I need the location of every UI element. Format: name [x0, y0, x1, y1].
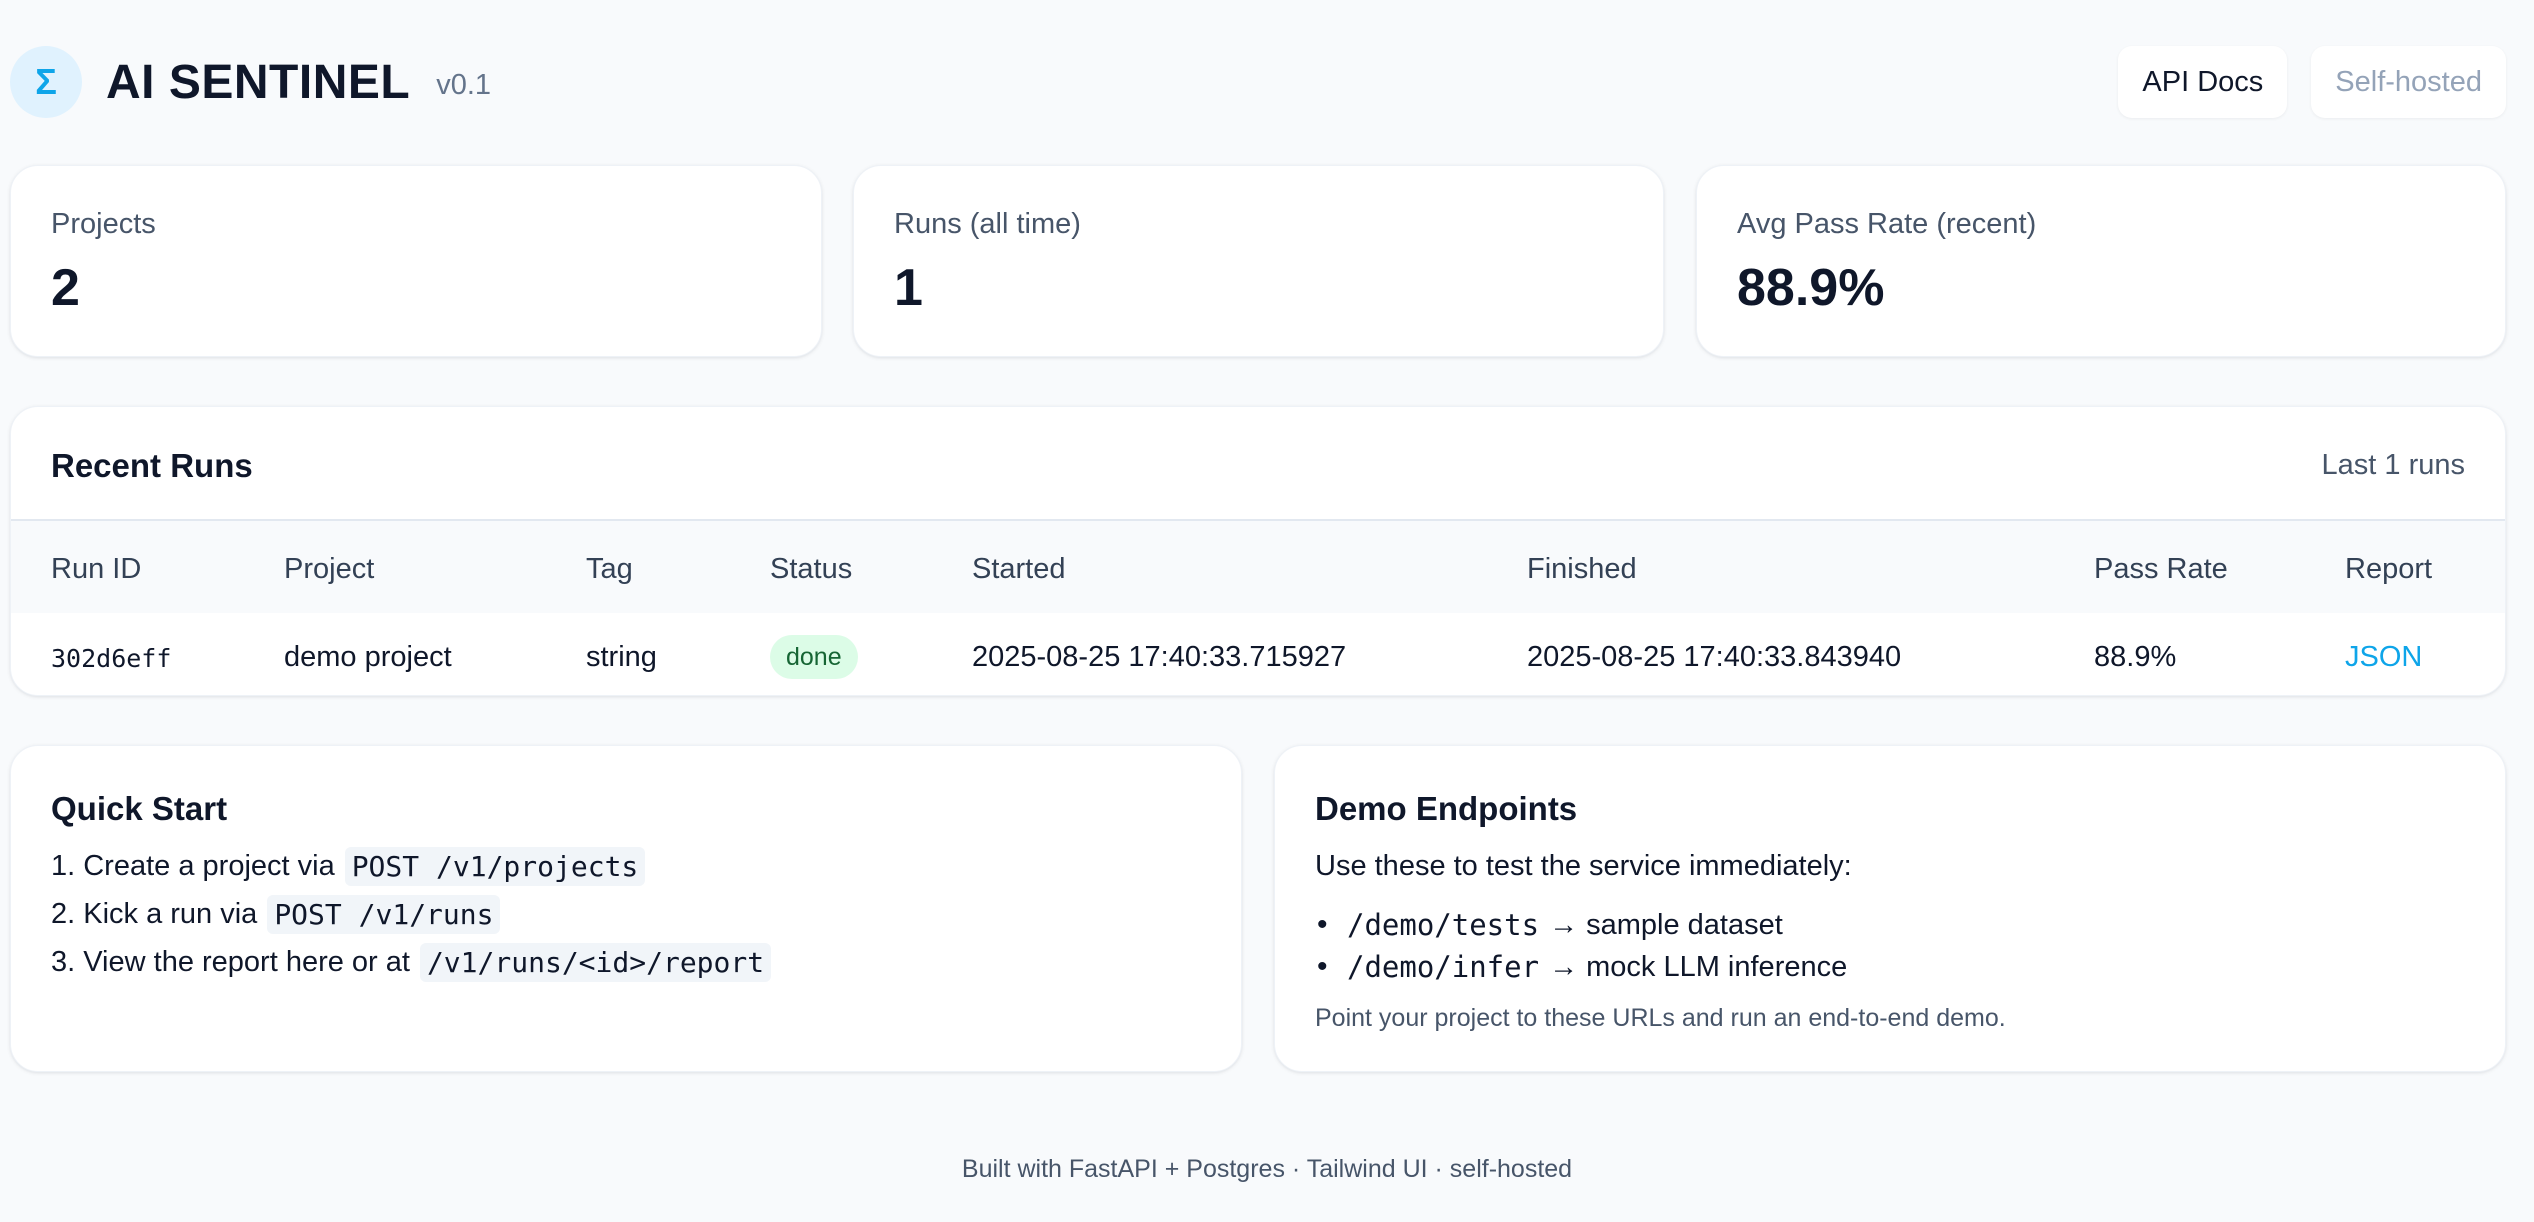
demo-intro-text: Use these to test the service immediatel… — [1315, 850, 1852, 882]
stat-label: Runs (all time) — [894, 208, 1081, 240]
column-header-status[interactable]: Status — [770, 553, 852, 586]
column-header-started[interactable]: Started — [972, 553, 1066, 586]
demo-endpoints-title: Demo Endpoints — [1315, 790, 1578, 827]
step-text: 1. Create a project via — [51, 849, 335, 882]
bullet-icon: • — [1317, 908, 1328, 941]
column-header-project[interactable]: Project — [284, 553, 374, 586]
endpoint-description: → sample dataset — [1549, 908, 1783, 941]
stat-value: 88.9% — [1737, 259, 1885, 317]
app-title: AI SENTINEL — [106, 55, 411, 109]
status-badge: done — [770, 635, 858, 679]
stat-value: 2 — [51, 259, 80, 317]
table-row[interactable]: 302d6eff demo project string done 2025-0… — [11, 613, 2505, 695]
recent-runs-title: Recent Runs — [51, 447, 253, 484]
list-item: 2. Kick a run via POST /v1/runs — [51, 890, 771, 938]
code-snippet: /v1/runs/<id>/report — [419, 942, 772, 982]
list-item: • /demo/tests → sample dataset — [1315, 904, 1847, 946]
recent-runs-panel: Recent Runs Last 1 runs Run ID Project T… — [10, 406, 2506, 696]
column-header-run-id[interactable]: Run ID — [51, 553, 141, 586]
endpoint-path: /demo/tests — [1347, 908, 1540, 942]
api-docs-button[interactable]: API Docs — [2118, 46, 2288, 118]
code-snippet: POST /v1/runs — [267, 894, 501, 934]
column-header-finished[interactable]: Finished — [1527, 553, 1637, 586]
demo-endpoints-panel: Demo Endpoints Use these to test the ser… — [1274, 745, 2506, 1072]
quick-start-panel: Quick Start 1. Create a project via POST… — [10, 745, 1242, 1072]
header-actions: API Docs Self-hosted — [2118, 46, 2506, 118]
run-id-cell: 302d6eff — [51, 644, 172, 673]
stat-label: Avg Pass Rate (recent) — [1737, 208, 2037, 240]
bullet-icon: • — [1317, 950, 1328, 983]
demo-note: Point your project to these URLs and run… — [1315, 1004, 2006, 1032]
stat-card-runs: Runs (all time) 1 — [853, 165, 1664, 357]
sigma-logo-icon: Σ — [10, 46, 82, 118]
column-header-report[interactable]: Report — [2345, 553, 2432, 586]
started-cell: 2025-08-25 17:40:33.715927 — [972, 641, 1347, 673]
step-text: 2. Kick a run via — [51, 897, 258, 930]
column-header-pass-rate[interactable]: Pass Rate — [2094, 553, 2228, 586]
endpoint-description: → mock LLM inference — [1549, 950, 1848, 983]
self-hosted-badge: Self-hosted — [2311, 46, 2506, 118]
code-snippet: POST /v1/projects — [344, 846, 646, 886]
quick-start-steps: 1. Create a project via POST /v1/project… — [51, 842, 772, 986]
endpoint-path: /demo/infer — [1347, 950, 1540, 984]
stat-value: 1 — [894, 259, 923, 317]
recent-runs-count: Last 1 runs — [2321, 449, 2465, 481]
tag-cell: string — [586, 641, 657, 673]
list-item: • /demo/infer → mock LLM inference — [1315, 946, 1847, 988]
pass-rate-cell: 88.9% — [2094, 641, 2177, 673]
version-label: v0.1 — [436, 68, 492, 101]
list-item: 3. View the report here or at /v1/runs/<… — [51, 938, 772, 986]
stat-card-projects: Projects 2 — [10, 165, 822, 357]
list-item: 1. Create a project via POST /v1/project… — [51, 842, 771, 890]
table-header: Run ID Project Tag Status Started Finish… — [11, 521, 2505, 613]
stat-label: Projects — [51, 208, 156, 240]
project-cell: demo project — [284, 641, 452, 673]
quick-start-title: Quick Start — [51, 790, 228, 827]
step-text: 3. View the report here or at — [51, 945, 410, 978]
stat-card-pass-rate: Avg Pass Rate (recent) 88.9% — [1696, 165, 2506, 357]
demo-endpoint-list: • /demo/tests → sample dataset • /demo/i… — [1315, 904, 1847, 988]
column-header-tag[interactable]: Tag — [586, 553, 633, 586]
finished-cell: 2025-08-25 17:40:33.843940 — [1527, 641, 1902, 673]
report-json-link[interactable]: JSON — [2345, 641, 2422, 674]
brand: Σ AI SENTINEL v0.1 — [10, 46, 491, 118]
footer-text: Built with FastAPI + Postgres · Tailwind… — [961, 1155, 1573, 1183]
app-header: Σ AI SENTINEL v0.1 API Docs Self-hosted — [10, 45, 2506, 119]
